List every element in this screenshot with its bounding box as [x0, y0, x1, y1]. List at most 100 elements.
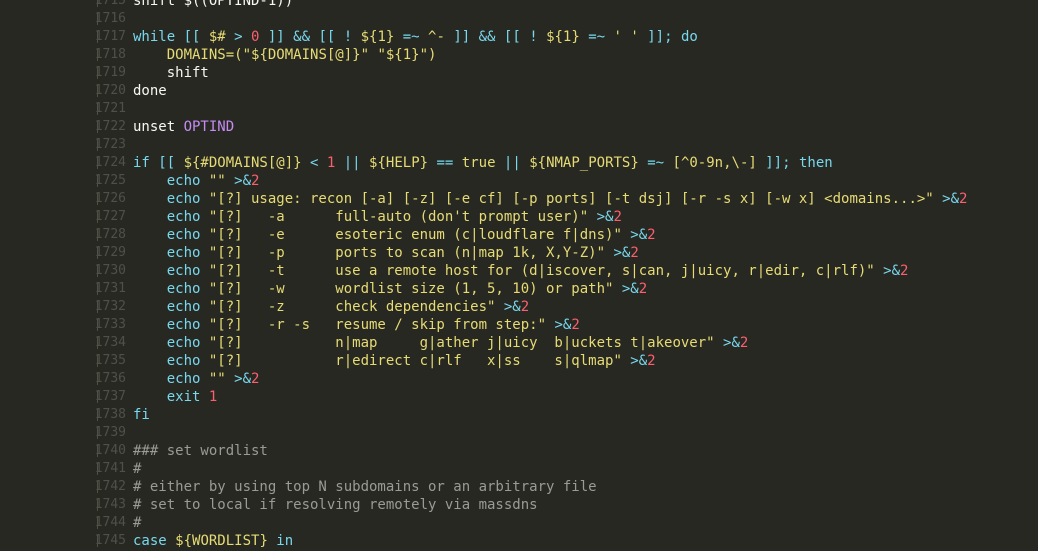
code-line[interactable]: 1737 exit 1	[0, 388, 1038, 406]
code-token: 1	[208, 389, 218, 405]
code-token: echo	[133, 281, 209, 297]
code-line[interactable]: 1719 shift	[0, 64, 1038, 82]
line-code: unset OPTIND	[133, 118, 234, 136]
line-code: shift	[133, 64, 209, 82]
code-token: ${1}	[360, 29, 395, 45]
code-token: ]]; do	[638, 29, 698, 45]
code-token: shift $((OPTIND-1))	[133, 0, 294, 9]
code-token: while [[	[133, 29, 209, 45]
line-number: 1726	[94, 191, 126, 206]
code-token: ' '	[613, 29, 639, 45]
line-number: 1728	[94, 227, 126, 242]
code-token: "[?] -a full-auto (don't prompt user)"	[208, 209, 589, 225]
line-number: 1729	[94, 245, 126, 260]
code-line[interactable]: 1727 echo "[?] -a full-auto (don't promp…	[0, 208, 1038, 226]
code-line[interactable]: 1718 DOMAINS=("${DOMAINS[@]}" "${1}")	[0, 46, 1038, 64]
code-token: ==	[428, 155, 462, 171]
line-code: echo "[?] r|edirect c|rlf x|ss s|qlmap" …	[133, 352, 656, 370]
line-number: 1717	[94, 29, 126, 44]
code-line[interactable]: 1720 done	[0, 82, 1038, 100]
code-token: ||	[495, 155, 530, 171]
code-editor[interactable]: 1715 shift $((OPTIND-1)) 1716 1717 while [[ …	[0, 0, 1038, 551]
code-token: echo	[133, 353, 209, 369]
line-code: if [[ ${#DOMAINS[@]} < 1 || ${HELP} == t…	[133, 154, 833, 172]
code-line[interactable]: 1739	[0, 424, 1038, 442]
code-line[interactable]: 1734 echo "[?] n|map g|ather j|uicy b|uc…	[0, 334, 1038, 352]
code-token: fi	[133, 407, 150, 423]
code-line[interactable]: 1736 echo "" >&2	[0, 370, 1038, 388]
code-token: if [[	[133, 155, 184, 171]
code-token: 2	[520, 299, 530, 315]
code-token: >&	[605, 245, 631, 261]
line-code: echo "" >&2	[133, 370, 260, 388]
code-token: # either by using top N subdomains or an…	[133, 479, 597, 495]
code-line[interactable]: 1738 fi	[0, 406, 1038, 424]
line-code: fi	[133, 406, 150, 424]
line-code: echo "[?] -w wordlist size (1, 5, 10) or…	[133, 280, 647, 298]
line-number: 1744	[94, 515, 126, 530]
line-code: # either by using top N subdomains or an…	[133, 478, 597, 496]
line-number: 1741	[94, 461, 126, 476]
code-token: echo	[133, 317, 209, 333]
code-token: echo	[133, 209, 209, 225]
line-code: done	[133, 82, 167, 100]
code-token: echo	[133, 227, 209, 243]
code-line[interactable]: 1731 echo "[?] -w wordlist size (1, 5, 1…	[0, 280, 1038, 298]
code-line[interactable]: 1729 echo "[?] -p ports to scan (n|map 1…	[0, 244, 1038, 262]
code-line[interactable]: 1735 echo "[?] r|edirect c|rlf x|ss s|ql…	[0, 352, 1038, 370]
code-token: 2	[613, 209, 622, 225]
code-line[interactable]: 1745 case ${WORDLIST} in	[0, 532, 1038, 550]
code-token: >&	[613, 281, 639, 297]
code-line[interactable]: 1728 echo "[?] -e esoteric enum (c|loudf…	[0, 226, 1038, 244]
code-token: =~	[394, 29, 429, 45]
line-number: 1738	[94, 407, 126, 422]
line-number: 1721	[94, 101, 126, 116]
code-line[interactable]: 1743 # set to local if resolving remotely…	[0, 496, 1038, 514]
code-token: ||	[335, 155, 370, 171]
code-line[interactable]: 1715 shift $((OPTIND-1))	[0, 0, 1038, 10]
code-line[interactable]: 1724 if [[ ${#DOMAINS[@]} < 1 || ${HELP} …	[0, 154, 1038, 172]
code-line[interactable]: 1721	[0, 100, 1038, 118]
code-line[interactable]: 1723	[0, 136, 1038, 154]
line-code: echo "[?] -z check dependencies" >&2	[133, 298, 529, 316]
line-number: 1737	[94, 389, 126, 404]
line-number: 1734	[94, 335, 126, 350]
code-line[interactable]: 1717 while [[ $# > 0 ]] && [[ ! ${1} =~ ^…	[0, 28, 1038, 46]
code-token: >&	[225, 371, 252, 387]
code-line[interactable]: 1726 echo "[?] usage: recon [-a] [-z] [-…	[0, 190, 1038, 208]
code-token: "[?] -p ports to scan (n|map 1k, X,Y-Z)"	[208, 245, 606, 261]
code-line[interactable]: 1725 echo "" >&2	[0, 172, 1038, 190]
line-code: echo "[?] -a full-auto (don't prompt use…	[133, 208, 622, 226]
line-code: case ${WORDLIST} in	[133, 532, 293, 550]
code-line[interactable]: 1716	[0, 10, 1038, 28]
line-number: 1718	[94, 47, 126, 62]
code-line[interactable]: 1742 # either by using top N subdomains o…	[0, 478, 1038, 496]
code-line[interactable]: 1733 echo "[?] -r -s resume / skip from …	[0, 316, 1038, 334]
code-token: ""	[208, 173, 226, 189]
code-token: "[?] n|map g|ather j|uicy b|uckets t|ake…	[208, 335, 715, 351]
code-line[interactable]: 1740 ### set wordlist	[0, 442, 1038, 460]
code-line[interactable]: 1722 unset OPTIND	[0, 118, 1038, 136]
line-number: 1720	[94, 83, 126, 98]
code-line[interactable]: 1730 echo "[?] -t use a remote host for …	[0, 262, 1038, 280]
code-token: 2	[647, 227, 656, 243]
code-line[interactable]: 1732 echo "[?] -z check dependencies" >&…	[0, 298, 1038, 316]
code-token: >	[225, 29, 252, 45]
code-token: ${WORDLIST}	[175, 533, 268, 549]
code-token: >&	[225, 173, 252, 189]
code-line[interactable]: 1744 #	[0, 514, 1038, 532]
code-token: >&	[714, 335, 740, 351]
line-code: echo "[?] -p ports to scan (n|map 1k, X,…	[133, 244, 639, 262]
line-code: echo "[?] usage: recon [-a] [-z] [-e cf]…	[133, 190, 968, 208]
code-token: "[?] -e esoteric enum (c|loudflare f|dns…	[208, 227, 622, 243]
line-number: 1723	[94, 137, 126, 152]
code-token: ${#DOMAINS[@]}	[183, 155, 302, 171]
code-token: #	[133, 461, 142, 477]
code-token: done	[133, 83, 167, 99]
line-number: 1743	[94, 497, 126, 512]
code-token: exit	[133, 389, 209, 405]
line-number: 1724	[94, 155, 126, 170]
code-line[interactable]: 1741 #	[0, 460, 1038, 478]
code-token: in	[267, 533, 294, 549]
line-number: 1736	[94, 371, 126, 386]
